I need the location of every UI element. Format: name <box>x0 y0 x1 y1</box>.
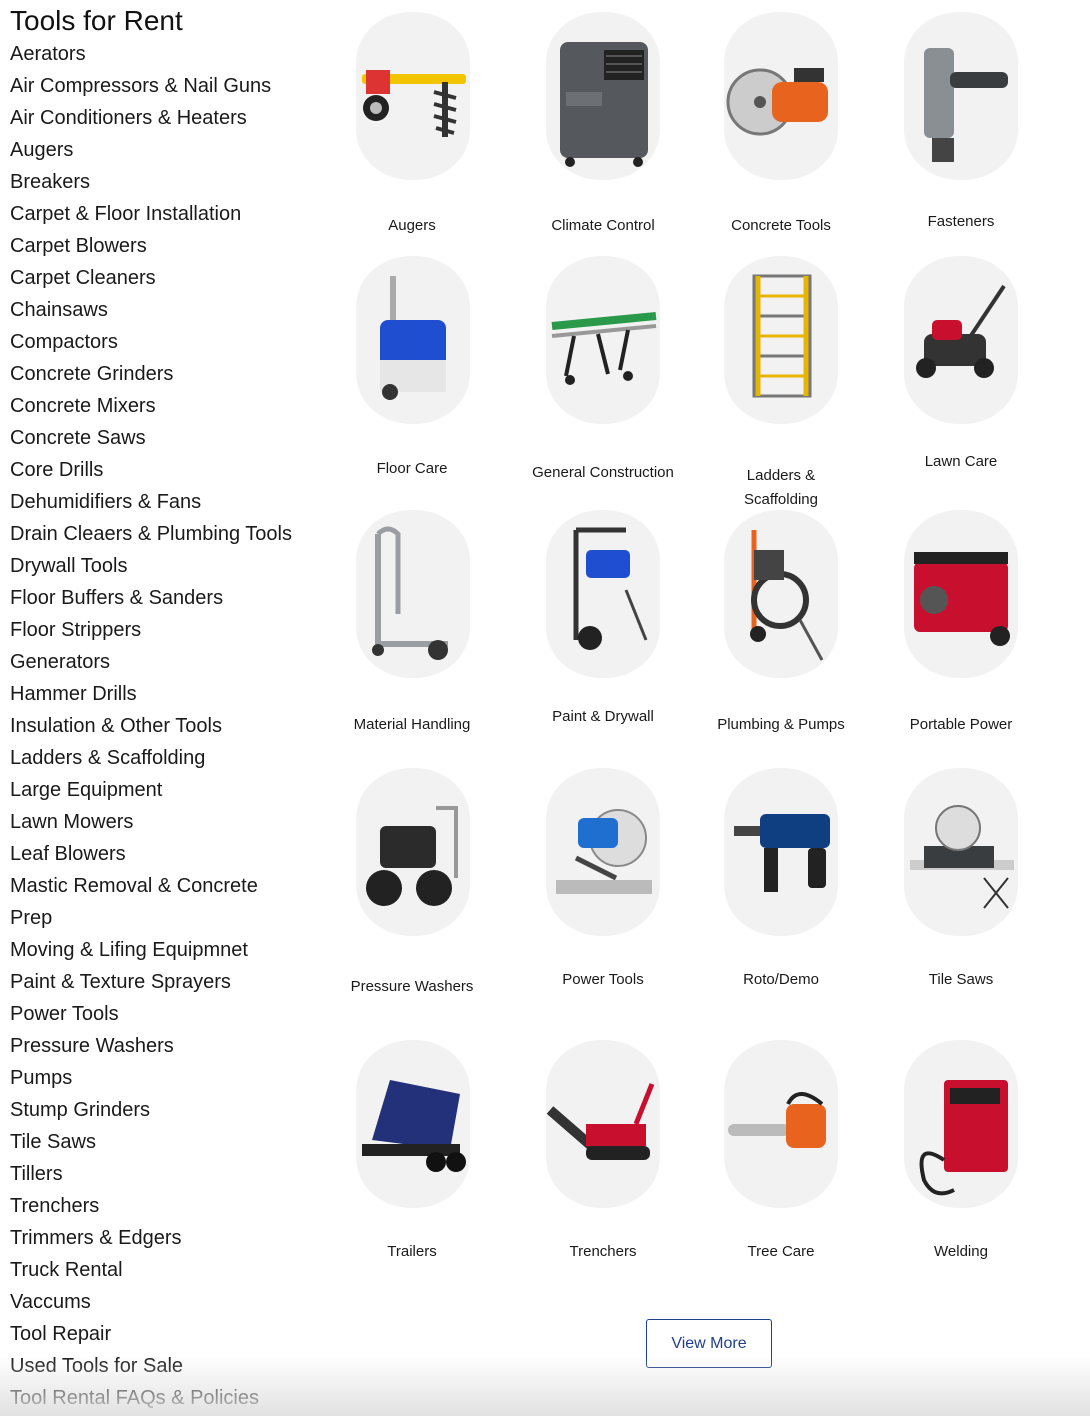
category-label: Tree Care <box>747 1243 815 1260</box>
drain-machine-icon <box>724 510 838 678</box>
sidebar-link-concrete-mixers[interactable]: Concrete Mixers <box>10 390 330 422</box>
category-label: Lawn Care <box>924 453 998 470</box>
portable-cooler-icon <box>546 12 660 180</box>
carpet-cleaner-icon <box>356 256 470 424</box>
scaffolding-icon <box>724 256 838 424</box>
category-label: Portable Power <box>909 716 1013 733</box>
category-label: Fasteners <box>927 213 995 230</box>
category-label: Ladders & Scaffolding <box>744 467 818 508</box>
sidebar-link-drywall-tools[interactable]: Drywall Tools <box>10 550 330 582</box>
category-link-list: Aerators Air Compressors & Nail Guns Air C… <box>10 38 330 1414</box>
sidebar-link-moving-lifing-equipmnet[interactable]: Moving & Lifing Equipmnet <box>10 934 330 966</box>
chainsaw-icon <box>724 1040 838 1208</box>
category-label: Tile Saws <box>928 971 994 988</box>
sidebar-link-stump-grinders[interactable]: Stump Grinders <box>10 1094 330 1126</box>
tools-for-rent-sidebar: Tools for Rent Aerators Air Compressors &… <box>10 4 330 1414</box>
sidebar-link-chainsaws[interactable]: Chainsaws <box>10 294 330 326</box>
sidebar-link-prep[interactable]: Prep <box>10 902 330 934</box>
sidebar-link-hammer-drills[interactable]: Hammer Drills <box>10 678 330 710</box>
sidebar-link-vaccums[interactable]: Vaccums <box>10 1286 330 1318</box>
nail-gun-icon <box>904 12 1018 180</box>
sidebar-link-floor-strippers[interactable]: Floor Strippers <box>10 614 330 646</box>
sidebar-link-carpet-cleaners[interactable]: Carpet Cleaners <box>10 262 330 294</box>
sidebar-link-large-equipment[interactable]: Large Equipment <box>10 774 330 806</box>
rotary-hammer-icon <box>724 768 838 936</box>
sidebar-link-carpet-blowers[interactable]: Carpet Blowers <box>10 230 330 262</box>
auger-icon <box>356 12 470 180</box>
sidebar-link-carpet-floor-installation[interactable]: Carpet & Floor Installation <box>10 198 330 230</box>
sidebar-link-aerators[interactable]: Aerators <box>10 38 330 70</box>
category-label: Floor Care <box>376 460 448 477</box>
category-label: Concrete Tools <box>731 217 831 234</box>
sidebar-link-compactors[interactable]: Compactors <box>10 326 330 358</box>
sidebar-link-floor-buffers-sanders[interactable]: Floor Buffers & Sanders <box>10 582 330 614</box>
category-label: Paint & Drywall <box>552 708 654 725</box>
category-label: Roto/Demo <box>743 971 819 988</box>
category-label: Pressure Washers <box>350 978 474 995</box>
sidebar-link-trenchers[interactable]: Trenchers <box>10 1190 330 1222</box>
category-label: Material Handling <box>353 716 471 733</box>
trencher-icon <box>546 1040 660 1208</box>
category-label: Trailers <box>387 1243 437 1260</box>
generator-icon <box>904 510 1018 678</box>
sidebar-link-air-compressors-nail-guns[interactable]: Air Compressors & Nail Guns <box>10 70 330 102</box>
welder-icon <box>904 1040 1018 1208</box>
sidebar-link-air-conditioners-heaters[interactable]: Air Conditioners & Heaters <box>10 102 330 134</box>
category-label: Power Tools <box>562 971 644 988</box>
roller-stand-icon <box>546 256 660 424</box>
sidebar-link-concrete-saws[interactable]: Concrete Saws <box>10 422 330 454</box>
sidebar-link-lawn-mowers[interactable]: Lawn Mowers <box>10 806 330 838</box>
miter-saw-icon <box>546 768 660 936</box>
sidebar-link-concrete-grinders[interactable]: Concrete Grinders <box>10 358 330 390</box>
sidebar-link-ladders-scaffolding[interactable]: Ladders & Scaffolding <box>10 742 330 774</box>
dump-trailer-icon <box>356 1040 470 1208</box>
sidebar-link-augers[interactable]: Augers <box>10 134 330 166</box>
pressure-washer-icon <box>356 768 470 936</box>
sidebar-link-dehumidifiers-fans[interactable]: Dehumidifiers & Fans <box>10 486 330 518</box>
category-label: Welding <box>934 1243 988 1260</box>
sidebar-link-generators[interactable]: Generators <box>10 646 330 678</box>
category-label: Climate Control <box>551 217 655 234</box>
lawn-mower-icon <box>904 256 1018 424</box>
hand-truck-icon <box>356 510 470 678</box>
category-label: General Construction <box>532 464 674 481</box>
concrete-saw-icon <box>724 12 838 180</box>
view-more-button[interactable]: View More <box>646 1319 772 1368</box>
sidebar-link-trimmers-edgers[interactable]: Trimmers & Edgers <box>10 1222 330 1254</box>
sidebar-link-pressure-washers[interactable]: Pressure Washers <box>10 1030 330 1062</box>
sidebar-title: Tools for Rent <box>10 5 183 36</box>
sidebar-link-paint-texture-sprayers[interactable]: Paint & Texture Sprayers <box>10 966 330 998</box>
category-label: Plumbing & Pumps <box>717 716 845 733</box>
category-label: Augers <box>388 217 436 234</box>
sidebar-link-mastic-removal-concrete[interactable]: Mastic Removal & Concrete <box>10 870 330 902</box>
sidebar-link-tillers[interactable]: Tillers <box>10 1158 330 1190</box>
sidebar-link-insulation-other-tools[interactable]: Insulation & Other Tools <box>10 710 330 742</box>
sidebar-link-truck-rental[interactable]: Truck Rental <box>10 1254 330 1286</box>
sidebar-link-tile-saws[interactable]: Tile Saws <box>10 1126 330 1158</box>
sidebar-link-used-tools-for-sale[interactable]: Used Tools for Sale <box>10 1350 330 1382</box>
sidebar-link-tool-rental-faqs-policies[interactable]: Tool Rental FAQs & Policies <box>10 1382 330 1414</box>
sidebar-link-pumps[interactable]: Pumps <box>10 1062 330 1094</box>
tile-saw-icon <box>904 768 1018 936</box>
sidebar-link-leaf-blowers[interactable]: Leaf Blowers <box>10 838 330 870</box>
sidebar-link-power-tools[interactable]: Power Tools <box>10 998 330 1030</box>
category-label: Trenchers <box>569 1243 637 1260</box>
sidebar-link-breakers[interactable]: Breakers <box>10 166 330 198</box>
sidebar-link-drain-cleaers-plumbing-tools[interactable]: Drain Cleaers & Plumbing Tools <box>10 518 330 550</box>
sidebar-link-tool-repair[interactable]: Tool Repair <box>10 1318 330 1350</box>
paint-sprayer-icon <box>546 510 660 678</box>
sidebar-link-core-drills[interactable]: Core Drills <box>10 454 330 486</box>
